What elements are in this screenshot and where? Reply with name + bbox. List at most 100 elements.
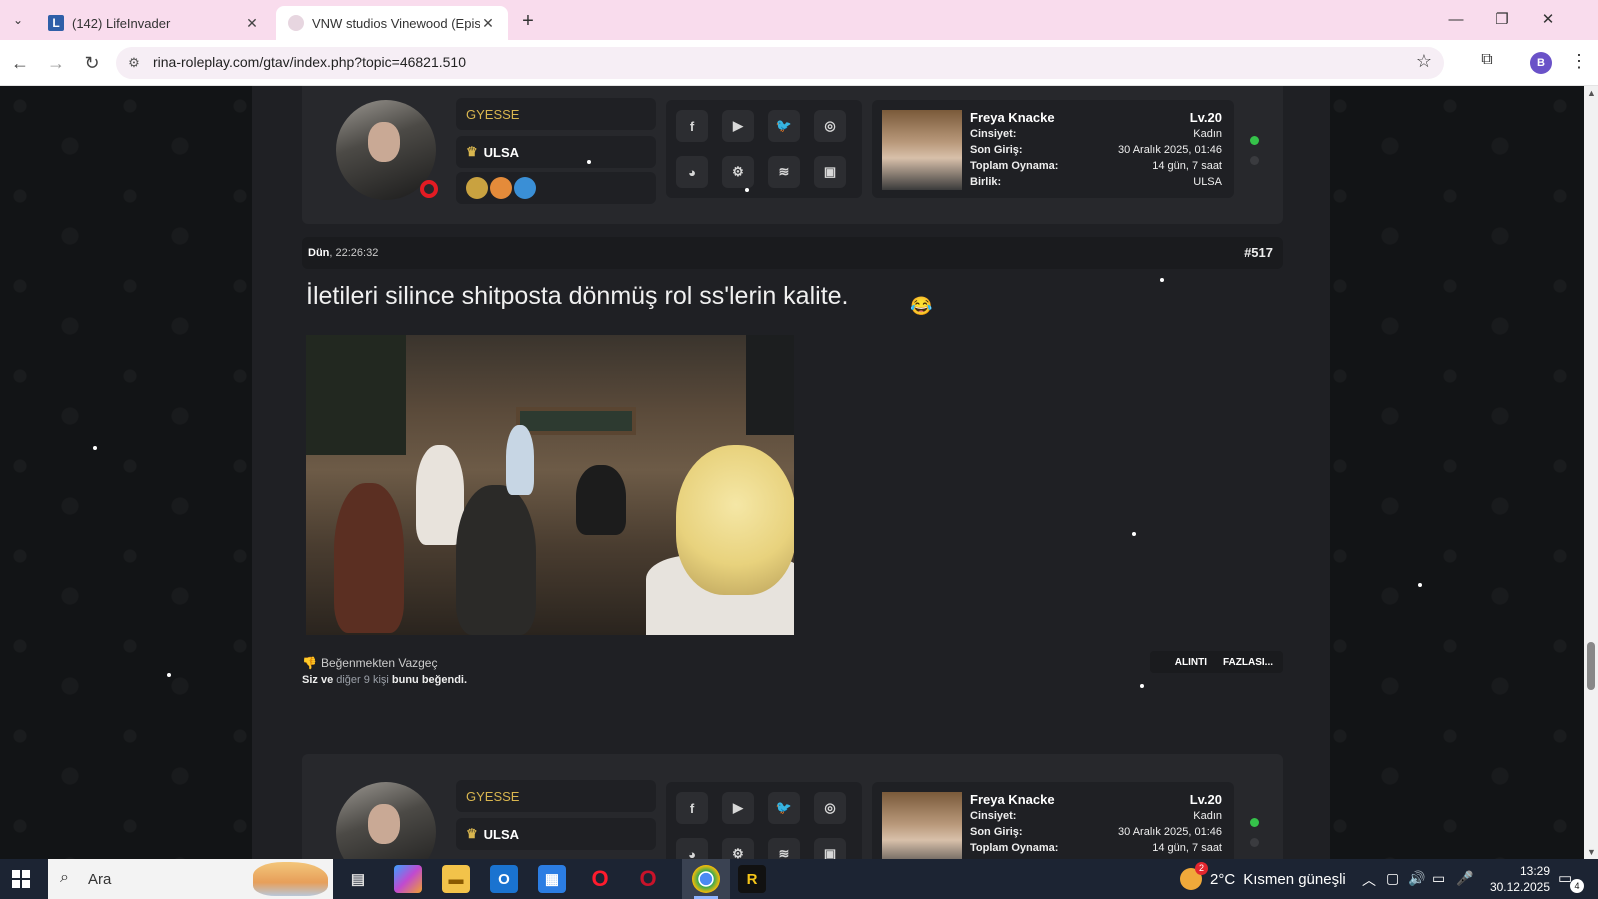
person-shape bbox=[456, 485, 536, 635]
award-badge-icon[interactable] bbox=[514, 177, 536, 199]
tab-search-button[interactable]: ⌄ bbox=[6, 8, 30, 32]
window-shape bbox=[746, 335, 794, 435]
tab-vnw-studios[interactable]: VNW studios Vinewood (Episode ✕ bbox=[276, 6, 508, 40]
new-tab-button[interactable]: + bbox=[516, 10, 540, 34]
rockstar-launcher-icon[interactable]: R bbox=[738, 865, 766, 893]
instagram-icon[interactable]: ◎ bbox=[814, 792, 846, 824]
microphone-icon[interactable]: 🎤 bbox=[1456, 870, 1473, 887]
scroll-thumb[interactable] bbox=[1587, 642, 1595, 690]
twitter-icon[interactable]: 🐦 bbox=[768, 110, 800, 142]
post-number-link[interactable]: #517 bbox=[1244, 245, 1273, 260]
reload-icon[interactable]: ↻ bbox=[80, 51, 104, 75]
crown-icon: ♛ bbox=[466, 144, 478, 159]
taskbar: ⌕ Ara ▤ ▬ O ▦ O O R 2 2°C Kısmen güneşli… bbox=[0, 859, 1598, 899]
social-links: f ▶ 🐦 ◎ ◕ ⚙ ≋ ▣ bbox=[666, 100, 862, 198]
youtube-icon[interactable]: ▶ bbox=[722, 792, 754, 824]
laughing-emoji: 😂 bbox=[910, 296, 933, 316]
tab-lifeinvader[interactable]: L (142) LifeInvader ✕ bbox=[36, 6, 272, 40]
snowflake bbox=[93, 446, 97, 450]
steam-icon[interactable]: ⚙ bbox=[722, 156, 754, 188]
likes-others-link[interactable]: diğer 9 kişi bbox=[336, 674, 389, 686]
author-card: GYESSE ♛ ULSA f ▶ 🐦 ◎ ◕ ⚙ ≋ ▣ Freya Knac… bbox=[302, 754, 1283, 859]
discord-icon[interactable]: ◕ bbox=[676, 156, 708, 188]
menu-icon[interactable]: ⋮ bbox=[1570, 51, 1588, 72]
twitch-icon[interactable]: ▣ bbox=[814, 838, 846, 859]
notification-center-icon[interactable]: ▭ 4 bbox=[1558, 869, 1584, 893]
rank-label: GYESSE bbox=[456, 780, 656, 812]
task-view-icon[interactable]: ▤ bbox=[344, 865, 372, 893]
store-icon[interactable]: ▦ bbox=[538, 865, 566, 893]
browser-toolbar: ← → ↻ ⚙ rina-roleplay.com/gtav/index.php… bbox=[0, 40, 1598, 86]
discord-icon[interactable]: ◕ bbox=[676, 838, 708, 859]
character-row: Toplam Oynama: 14 gün, 7 saat bbox=[970, 842, 1222, 854]
twitch-icon[interactable]: ▣ bbox=[814, 156, 846, 188]
taskbar-search[interactable]: ⌕ Ara bbox=[48, 859, 333, 899]
offline-status-dot bbox=[1250, 838, 1259, 847]
award-badge-icon[interactable] bbox=[466, 177, 488, 199]
meet-now-icon[interactable]: ▢ bbox=[1386, 870, 1399, 887]
status-ring-icon bbox=[420, 180, 438, 198]
steam-icon[interactable]: ⚙ bbox=[722, 838, 754, 859]
snowflake bbox=[745, 188, 749, 192]
lifeinvader-icon: L bbox=[48, 15, 64, 31]
youtube-icon[interactable]: ▶ bbox=[722, 110, 754, 142]
faction-box[interactable]: ♛ ULSA bbox=[456, 818, 656, 850]
faction-box[interactable]: ♛ ULSA bbox=[456, 136, 656, 168]
spotify-icon[interactable]: ≋ bbox=[768, 156, 800, 188]
twitter-icon[interactable]: 🐦 bbox=[768, 792, 800, 824]
instagram-icon[interactable]: ◎ bbox=[814, 110, 846, 142]
chevron-up-icon[interactable]: ︿ bbox=[1362, 870, 1376, 890]
outlook-icon[interactable]: O bbox=[490, 865, 518, 893]
file-explorer-icon[interactable]: ▬ bbox=[442, 865, 470, 893]
url-text[interactable]: rina-roleplay.com/gtav/index.php?topic=4… bbox=[153, 54, 466, 70]
facebook-icon[interactable]: f bbox=[676, 110, 708, 142]
opera-icon[interactable]: O bbox=[586, 865, 614, 893]
close-icon[interactable]: ✕ bbox=[244, 15, 260, 32]
tab-title: VNW studios Vinewood (Episode bbox=[312, 15, 480, 31]
chrome-icon[interactable] bbox=[692, 865, 720, 893]
quote-button[interactable]: ALINTI bbox=[1175, 657, 1207, 668]
weather-text: Kısmen güneşli bbox=[1243, 870, 1346, 888]
extensions-icon[interactable]: ⧉ bbox=[1476, 51, 1498, 73]
windows-start-icon[interactable] bbox=[12, 870, 30, 888]
page-scrollbar[interactable]: ▲ ▼ bbox=[1584, 86, 1598, 859]
badges-box bbox=[456, 172, 656, 204]
weather-widget[interactable]: 2 2°C Kısmen güneşli bbox=[1180, 862, 1346, 890]
character-name[interactable]: Freya Knacke bbox=[970, 792, 1055, 807]
address-bar[interactable]: ⚙ rina-roleplay.com/gtav/index.php?topic… bbox=[116, 47, 1444, 79]
scroll-down-arrow[interactable]: ▼ bbox=[1587, 847, 1596, 857]
tab-bar: ⌄ L (142) LifeInvader ✕ VNW studios Vine… bbox=[0, 0, 1598, 40]
forward-icon[interactable]: → bbox=[44, 51, 68, 75]
profile-avatar[interactable]: B bbox=[1530, 52, 1552, 74]
likes-summary: Siz ve diğer 9 kişi bunu beğendi. bbox=[302, 674, 468, 686]
character-row: Birlik: ULSA bbox=[970, 176, 1222, 188]
facebook-icon[interactable]: f bbox=[676, 792, 708, 824]
spotify-icon[interactable]: ≋ bbox=[768, 838, 800, 859]
character-row: Toplam Oynama: 14 gün, 7 saat bbox=[970, 160, 1222, 172]
offline-status-dot bbox=[1250, 156, 1259, 165]
roleplay-screenshot[interactable] bbox=[306, 335, 794, 635]
system-clock[interactable]: 13:29 30.12.2025 bbox=[1480, 863, 1550, 895]
copilot-icon[interactable] bbox=[394, 865, 422, 893]
restore-button[interactable]: ❐ bbox=[1490, 8, 1514, 32]
snowflake bbox=[1140, 684, 1144, 688]
character-name[interactable]: Freya Knacke bbox=[970, 110, 1055, 125]
person-shape bbox=[506, 425, 534, 495]
award-badge-icon[interactable] bbox=[490, 177, 512, 199]
window-close-button[interactable]: ✕ bbox=[1536, 8, 1560, 32]
back-icon[interactable]: ← bbox=[8, 51, 32, 75]
more-button[interactable]: FAZLASI... bbox=[1223, 657, 1273, 668]
close-icon[interactable]: ✕ bbox=[480, 15, 496, 32]
bookmark-star-icon[interactable]: ☆ bbox=[1416, 51, 1432, 72]
author-card: GYESSE ♛ ULSA f ▶ 🐦 ◎ ◕ ⚙ ≋ ▣ Freya Knac… bbox=[302, 86, 1283, 224]
site-info-icon[interactable]: ⚙ bbox=[124, 53, 144, 73]
minimize-button[interactable]: — bbox=[1444, 8, 1468, 32]
character-row: Son Giriş: 30 Aralık 2025, 01:46 bbox=[970, 144, 1222, 156]
scroll-up-arrow[interactable]: ▲ bbox=[1587, 88, 1596, 98]
character-photo bbox=[882, 110, 962, 190]
opera-gx-icon[interactable]: O bbox=[634, 865, 662, 893]
volume-icon[interactable]: 🔊 bbox=[1408, 870, 1425, 887]
avatar[interactable] bbox=[336, 782, 436, 859]
unlike-button[interactable]: 👎 Beğenmekten Vazgeç bbox=[302, 656, 437, 670]
network-icon[interactable]: ▭ bbox=[1432, 870, 1445, 887]
